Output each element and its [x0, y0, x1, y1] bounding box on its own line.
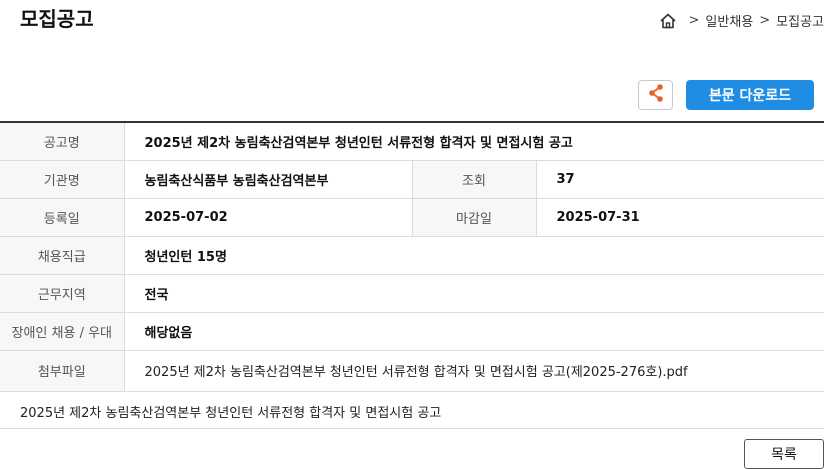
- breadcrumb-separator: >: [759, 13, 771, 28]
- page-title: 모집공고: [20, 7, 94, 31]
- breadcrumb-item-notice[interactable]: 모집공고: [776, 11, 824, 30]
- download-body-button[interactable]: 본문 다운로드: [686, 80, 814, 110]
- table-row: 첨부파일 2025년 제2차 농림축산검역본부 청년인턴 서류전형 합격자 및 …: [0, 350, 824, 392]
- title-label: 공고명: [0, 122, 125, 161]
- table-row: 장애인 채용 / 우대 해당없음: [0, 312, 824, 351]
- divider: [0, 428, 824, 429]
- region-value: 전국: [124, 274, 824, 313]
- org-label: 기관명: [0, 160, 125, 199]
- share-icon: [647, 83, 665, 107]
- position-value: 청년인턴 15명: [124, 236, 824, 275]
- disabled-pref-value: 해당없음: [124, 312, 824, 351]
- table-row: 공고명 2025년 제2차 농림축산검역본부 청년인턴 서류전형 합격자 및 면…: [0, 122, 824, 161]
- attachment-link[interactable]: 2025년 제2차 농림축산검역본부 청년인턴 서류전형 합격자 및 면접시험 …: [124, 350, 824, 392]
- notice-info-table: 공고명 2025년 제2차 농림축산검역본부 청년인턴 서류전형 합격자 및 면…: [0, 121, 824, 392]
- table-row: 기관명 농림축산식품부 농림축산검역본부 조회 37: [0, 160, 824, 199]
- notice-body-text: 2025년 제2차 농림축산검역본부 청년인턴 서류전형 합격자 및 면접시험 …: [20, 406, 442, 421]
- disabled-pref-label: 장애인 채용 / 우대: [0, 312, 125, 351]
- views-label: 조회: [412, 160, 537, 199]
- deadline-value: 2025-07-31: [536, 198, 824, 237]
- region-label: 근무지역: [0, 274, 125, 313]
- table-row: 등록일 2025-07-02 마감일 2025-07-31: [0, 198, 824, 237]
- deadline-label: 마감일: [412, 198, 537, 237]
- title-value: 2025년 제2차 농림축산검역본부 청년인턴 서류전형 합격자 및 면접시험 …: [124, 122, 824, 161]
- reg-date-value: 2025-07-02: [124, 198, 413, 237]
- org-value: 농림축산식품부 농림축산검역본부: [124, 160, 413, 199]
- attachment-label: 첨부파일: [0, 350, 125, 392]
- list-button[interactable]: 목록: [744, 439, 824, 469]
- breadcrumb-separator: >: [688, 13, 700, 28]
- breadcrumb-item-general-recruit[interactable]: 일반채용: [705, 11, 753, 30]
- table-row: 근무지역 전국: [0, 274, 824, 313]
- breadcrumb: > 일반채용 > 모집공고: [659, 11, 824, 30]
- table-row: 채용직급 청년인턴 15명: [0, 236, 824, 275]
- share-button[interactable]: [638, 80, 673, 110]
- home-icon[interactable]: [659, 12, 677, 30]
- views-value: 37: [536, 160, 824, 199]
- reg-date-label: 등록일: [0, 198, 125, 237]
- position-label: 채용직급: [0, 236, 125, 275]
